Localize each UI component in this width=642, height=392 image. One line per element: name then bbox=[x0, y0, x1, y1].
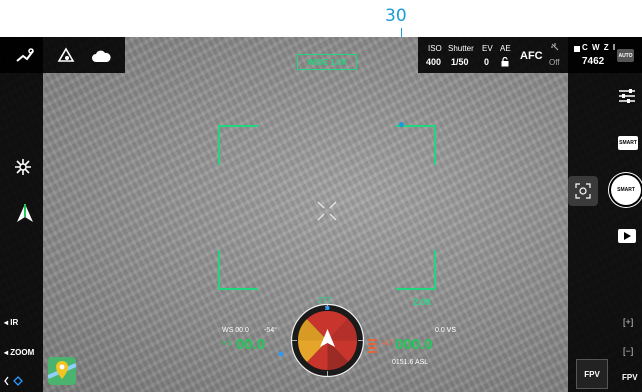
ae-label: AE bbox=[500, 44, 511, 53]
zoom-mode-text: WIDE 1.0X bbox=[307, 57, 347, 67]
altitude-marker-icon bbox=[368, 338, 378, 354]
settings-sliders-icon[interactable] bbox=[616, 87, 638, 105]
callout-dot bbox=[399, 122, 404, 127]
smart-mode-icon[interactable]: SMART bbox=[618, 136, 638, 150]
map-icon[interactable] bbox=[48, 357, 76, 385]
camera-mode-icon[interactable]: AUTO bbox=[617, 49, 634, 62]
ir-label: IR bbox=[10, 318, 19, 327]
frame-corner-br bbox=[396, 250, 436, 290]
compass: N bbox=[290, 303, 365, 378]
speed-marker-icon bbox=[276, 350, 284, 358]
fpv-button[interactable]: FPV bbox=[576, 359, 608, 389]
asl-value: 0151.6 ASL bbox=[392, 359, 429, 366]
light-off-icon[interactable] bbox=[549, 41, 561, 53]
aircraft-attitude-icon[interactable] bbox=[14, 201, 36, 225]
horizontal-speed: 00.0 bbox=[236, 336, 266, 353]
altitude-prefix: ALT bbox=[382, 341, 393, 347]
zoom-in-button[interactable]: [+] bbox=[623, 317, 633, 327]
drone-status-icon[interactable] bbox=[14, 45, 36, 67]
zoom-out-button[interactable]: [−] bbox=[623, 346, 633, 356]
ev-label: EV bbox=[482, 44, 493, 53]
crosshair-icon bbox=[315, 199, 339, 223]
smart-shutter-button[interactable]: SMART bbox=[611, 175, 641, 205]
zoom-label: ZOOM bbox=[10, 348, 35, 357]
storage-label: C W Z I bbox=[582, 43, 617, 52]
light-value: Off bbox=[549, 58, 560, 67]
tracking-icon[interactable] bbox=[568, 176, 598, 206]
sd-card-icon bbox=[573, 45, 580, 52]
ir-button[interactable]: ◂ IR bbox=[4, 318, 18, 327]
zoom-mode-label[interactable]: WIDE 1.0X bbox=[297, 54, 357, 70]
callout-number: 30 bbox=[385, 6, 407, 26]
iso-value[interactable]: 400 bbox=[426, 57, 441, 67]
camera-mode-label: AUTO bbox=[618, 52, 633, 59]
zoom-button[interactable]: ◂ ZOOM bbox=[4, 348, 34, 357]
shutter-label: Shutter bbox=[448, 44, 474, 53]
speed-prefix: H.S bbox=[222, 341, 233, 347]
playback-icon[interactable] bbox=[618, 229, 636, 243]
iso-label: ISO bbox=[428, 44, 442, 53]
storage-value: 7462 bbox=[582, 56, 605, 67]
altitude-value: 000.0 bbox=[395, 336, 433, 353]
frame-corner-bl bbox=[218, 250, 258, 290]
frame-corner-tl bbox=[218, 125, 258, 165]
gimbal-angle: -54° bbox=[264, 327, 277, 334]
exposure-star-icon[interactable] bbox=[13, 157, 33, 177]
cloud-icon[interactable] bbox=[90, 45, 112, 67]
zoom-ratio: 2.0X bbox=[413, 297, 432, 307]
vertical-speed: 0.0 VS bbox=[435, 327, 457, 334]
smart-label-1: SMART bbox=[619, 140, 637, 146]
ev-value[interactable]: 0 bbox=[484, 57, 489, 67]
nav-arrow-icon[interactable] bbox=[4, 374, 32, 388]
shutter-value[interactable]: 1/50 bbox=[451, 57, 469, 67]
return-home-icon[interactable] bbox=[55, 45, 77, 67]
wind-speed: WS 00.0 bbox=[222, 327, 249, 334]
smart-label-2: SMART bbox=[617, 187, 635, 193]
fpv-small-label[interactable]: FPV bbox=[622, 373, 638, 382]
fpv-label: FPV bbox=[584, 369, 600, 379]
ae-lock-icon[interactable] bbox=[500, 56, 510, 67]
camera-view: ISO 400 Shutter 1/50 EV 0 AE AFC Off C W… bbox=[0, 37, 642, 392]
frame-corner-tr bbox=[396, 125, 436, 165]
focus-mode[interactable]: AFC bbox=[520, 50, 543, 62]
